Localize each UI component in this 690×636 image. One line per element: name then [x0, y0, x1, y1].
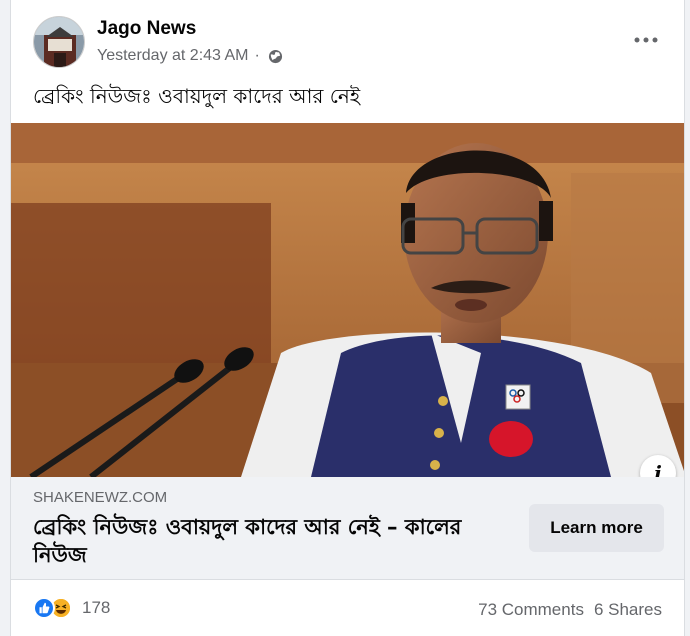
shares-count-link[interactable]: 6 Shares — [594, 600, 662, 620]
like-reaction-icon — [33, 597, 55, 619]
link-title[interactable]: ব্রেকিং নিউজঃ ওবায়দুল কাদের আর নেই – কা… — [33, 513, 503, 569]
news-photo — [11, 123, 684, 477]
link-preview-image[interactable]: i — [11, 123, 684, 477]
page-name[interactable]: Jago News — [97, 18, 196, 40]
post-meta: Yesterday at 2:43 AM · — [97, 47, 283, 65]
engagement-stats: 73 Comments 6 Shares — [478, 600, 662, 620]
more-options-button[interactable] — [628, 28, 664, 52]
reactions-summary[interactable]: 178 — [33, 597, 110, 619]
learn-more-button[interactable]: Learn more — [529, 504, 664, 552]
post-timestamp[interactable]: Yesterday at 2:43 AM — [97, 47, 249, 65]
post-header: Jago News Yesterday at 2:43 AM · — [11, 0, 684, 78]
post-footer: 178 73 Comments 6 Shares — [11, 580, 684, 636]
reaction-count: 178 — [82, 598, 111, 617]
page-avatar[interactable] — [33, 16, 85, 68]
link-domain: SHAKENEWZ.COM — [33, 489, 168, 506]
news-feed-post: Jago News Yesterday at 2:43 AM · ব্রেকিং… — [10, 0, 685, 636]
globe-icon[interactable] — [268, 49, 283, 64]
more-dots-icon — [634, 37, 658, 43]
meta-separator: · — [254, 47, 260, 64]
post-message: ব্রেকিং নিউজঃ ওবায়দুল কাদের আর নেই — [33, 84, 361, 108]
link-preview-card[interactable]: SHAKENEWZ.COM ব্রেকিং নিউজঃ ওবায়দুল কাদ… — [11, 477, 684, 580]
comments-count-link[interactable]: 73 Comments — [478, 600, 584, 620]
